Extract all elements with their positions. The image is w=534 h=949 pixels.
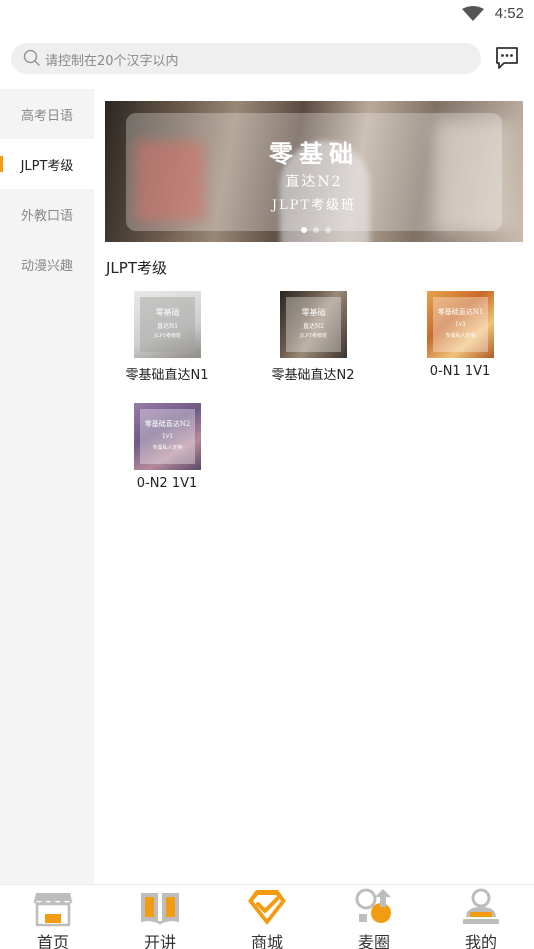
product-thumbnail: 零基础 直达N1 JLPT考级班	[134, 291, 201, 358]
sidebar-item-label: JLPT考级	[20, 158, 74, 174]
sidebar-item-anime[interactable]: 动漫兴趣	[0, 239, 94, 289]
banner-subtitle: 直达N2	[285, 174, 343, 190]
banner-title: 零基础	[269, 139, 359, 168]
search-icon	[23, 49, 41, 67]
banner-pager	[301, 227, 331, 233]
nav-item-lectures[interactable]: 开讲	[120, 885, 200, 949]
shop-check-icon	[248, 890, 286, 925]
bottom-nav: 首页 开讲 商城 麦圈 我的	[0, 884, 534, 949]
circle-icon	[355, 888, 391, 923]
status-time: 4:52	[494, 5, 524, 22]
product-card[interactable]: 零基础直达N1 1v1 专属私人定制 0-N1 1V1	[390, 291, 530, 391]
product-thumbnail: 零基础 直达N2 JLPT考级班	[280, 291, 347, 358]
nav-item-circle[interactable]: 麦圈	[334, 885, 414, 949]
thumbnail-caption: 专属私人定制	[152, 445, 183, 451]
promo-banner[interactable]: 零基础 直达N2 JLPT考级班	[105, 101, 523, 242]
sidebar-item-jlpt[interactable]: JLPT考级	[0, 139, 94, 189]
status-bar: 4:52	[0, 0, 534, 30]
banner-caption: JLPT考级班	[271, 198, 357, 213]
thumbnail-subtitle: 1v1	[454, 321, 467, 328]
thumbnail-caption: JLPT考级班	[299, 333, 328, 339]
product-thumbnail: 零基础直达N2 1v1 专属私人定制	[134, 403, 201, 470]
nav-label: 麦圈	[357, 933, 390, 949]
sidebar-item-label: 动漫兴趣	[20, 258, 73, 274]
nav-item-home[interactable]: 首页	[13, 885, 93, 949]
product-card[interactable]: 零基础 直达N1 JLPT考级班 零基础直达N1	[97, 291, 237, 391]
thumbnail-title: 零基础	[155, 308, 180, 317]
thumbnail-subtitle: 1v1	[161, 433, 174, 440]
product-card[interactable]: 零基础直达N2 1v1 专属私人定制 0-N2 1V1	[97, 403, 237, 503]
category-sidebar: 高考日语 JLPT考级 外教口语 动漫兴趣	[0, 89, 94, 884]
nav-label: 首页	[36, 933, 69, 949]
product-name: 0-N2 1V1	[136, 476, 198, 491]
pager-dot	[313, 227, 319, 233]
book-icon	[140, 893, 180, 925]
nav-label: 我的	[464, 933, 497, 949]
thumbnail-title: 零基础直达N2	[144, 420, 191, 428]
section-title: JLPT考级	[106, 259, 167, 277]
product-thumbnail: 零基础直达N1 1v1 专属私人定制	[427, 291, 494, 358]
thumbnail-subtitle: 直达N2	[302, 323, 325, 330]
product-name: 零基础直达N2	[271, 368, 355, 383]
product-name: 零基础直达N1	[125, 368, 209, 383]
sidebar-item-oral[interactable]: 外教口语	[0, 189, 94, 239]
search-input[interactable]: 请控制在20个汉字以内	[11, 43, 481, 74]
sidebar-item-label: 外教口语	[20, 208, 73, 224]
home-icon	[33, 893, 73, 927]
nav-label: 商城	[250, 933, 283, 949]
sidebar-item-gaokao[interactable]: 高考日语	[0, 89, 94, 139]
thumbnail-title: 零基础	[301, 308, 326, 317]
nav-label: 开讲	[143, 933, 176, 949]
message-icon[interactable]	[494, 45, 520, 71]
thumbnail-caption: 专属私人定制	[445, 333, 476, 339]
thumbnail-subtitle: 直达N1	[156, 323, 179, 330]
nav-item-shop[interactable]: 商城	[227, 885, 307, 949]
thumbnail-caption: JLPT考级班	[153, 333, 182, 339]
product-name: 0-N1 1V1	[429, 364, 491, 379]
product-card[interactable]: 零基础 直达N2 JLPT考级班 零基础直达N2	[243, 291, 383, 391]
wifi-icon	[462, 6, 484, 21]
search-placeholder: 请控制在20个汉字以内	[45, 54, 179, 69]
pager-dot	[301, 227, 307, 233]
nav-item-profile[interactable]: 我的	[441, 885, 521, 949]
sidebar-item-label: 高考日语	[20, 108, 73, 124]
thumbnail-title: 零基础直达N1	[437, 308, 484, 316]
profile-icon	[463, 888, 499, 924]
pager-dot	[325, 227, 331, 233]
